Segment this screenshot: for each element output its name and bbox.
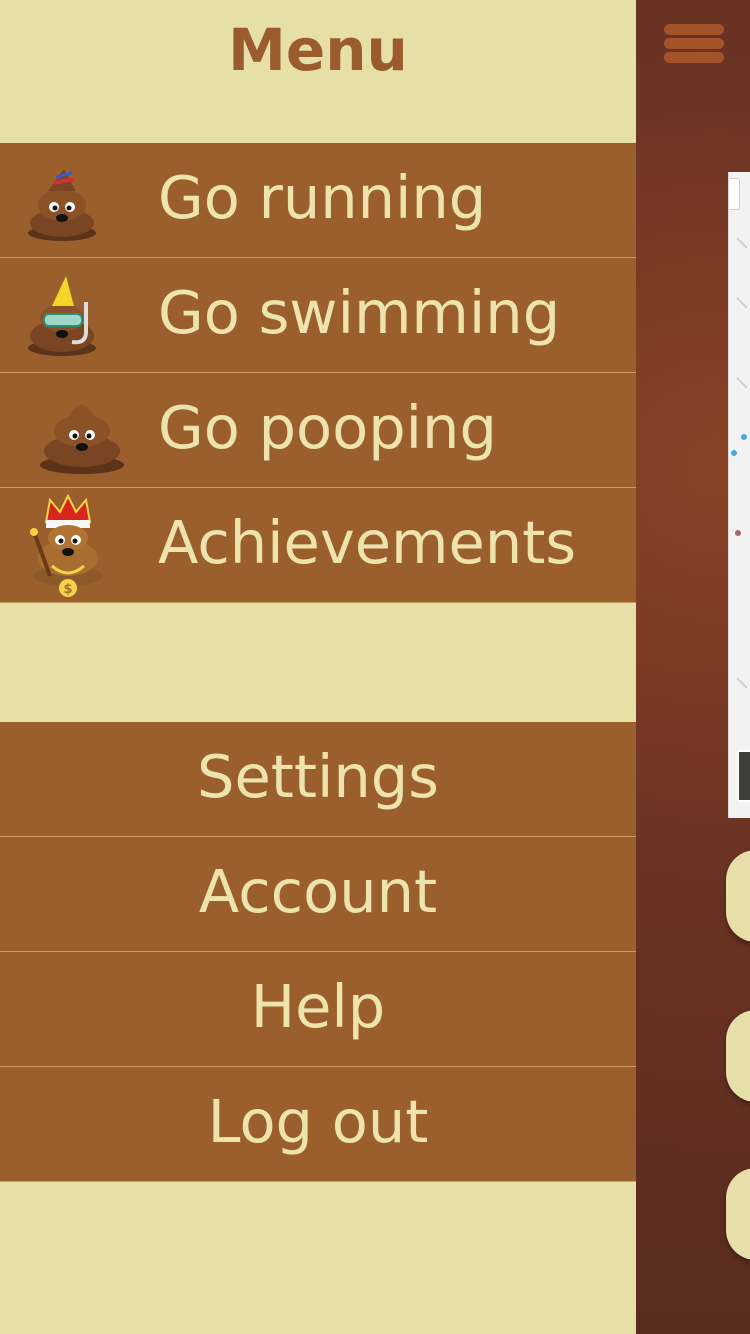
menu-item-label: Account bbox=[198, 857, 438, 926]
background-app bbox=[636, 0, 750, 1334]
swimming-poop-icon bbox=[28, 276, 96, 356]
map-road bbox=[736, 677, 748, 689]
menu-item-label: Log out bbox=[207, 1087, 429, 1156]
poop-icon bbox=[40, 405, 124, 474]
menu-item-log-out[interactable]: Log out bbox=[0, 1067, 636, 1182]
floating-button[interactable] bbox=[726, 850, 750, 942]
map-road bbox=[736, 297, 748, 309]
floating-button[interactable] bbox=[726, 1168, 750, 1260]
map-collapse-tab[interactable] bbox=[729, 178, 740, 210]
menu-item-achievements[interactable]: $ Achievements bbox=[0, 488, 636, 603]
menu-item-label: Go pooping bbox=[158, 393, 497, 462]
floating-button[interactable] bbox=[726, 1010, 750, 1102]
menu-item-label: Achievements bbox=[158, 508, 577, 577]
side-menu-drawer: Menu Go running Go swimming Go pooping $… bbox=[0, 0, 636, 1334]
menu-item-account[interactable]: Account bbox=[0, 837, 636, 952]
menu-item-label: Go swimming bbox=[158, 278, 561, 347]
hamburger-menu-icon[interactable] bbox=[664, 24, 724, 70]
map-pin-icon[interactable] bbox=[731, 450, 737, 456]
running-poop-icon bbox=[28, 169, 96, 241]
menu-item-label: Go running bbox=[158, 163, 487, 232]
menu-item-go-running[interactable]: Go running bbox=[0, 143, 636, 258]
menu-item-settings[interactable]: Settings bbox=[0, 722, 636, 837]
menu-item-label: Settings bbox=[197, 742, 439, 811]
map-pin-icon[interactable] bbox=[735, 530, 741, 536]
menu-item-go-pooping[interactable]: Go pooping bbox=[0, 373, 636, 488]
map-road bbox=[736, 377, 748, 389]
menu-item-label: Help bbox=[250, 972, 386, 1041]
map-view[interactable] bbox=[728, 172, 750, 818]
street-view-thumbnail[interactable] bbox=[737, 750, 750, 802]
menu-item-go-swimming[interactable]: Go swimming bbox=[0, 258, 636, 373]
map-road bbox=[736, 237, 748, 249]
svg-text:$: $ bbox=[63, 582, 72, 597]
map-pin-icon[interactable] bbox=[741, 434, 747, 440]
menu-item-help[interactable]: Help bbox=[0, 952, 636, 1067]
menu-title: Menu bbox=[228, 16, 408, 84]
king-poop-icon: $ bbox=[30, 493, 102, 597]
